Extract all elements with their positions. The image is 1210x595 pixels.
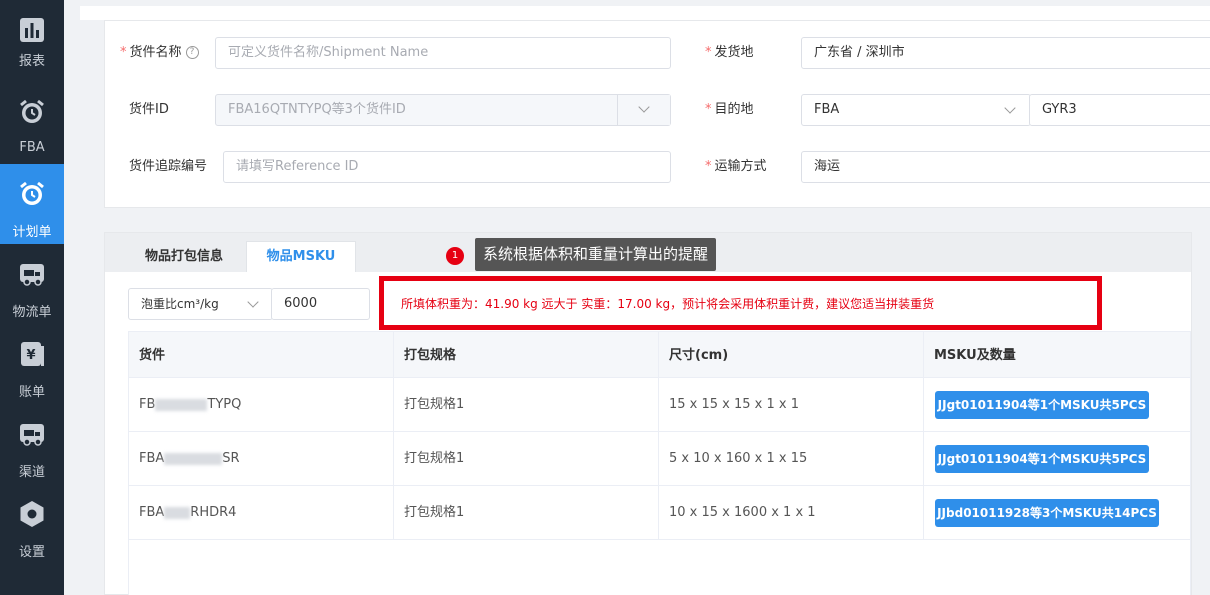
redacted-block [164, 452, 223, 465]
annotation-tooltip: 系统根据体积和重量计算出的提醒 [475, 238, 717, 271]
sidebar-item-plans[interactable]: 计划单 [0, 164, 64, 244]
size-cell: 10 x 15 x 1600 x 1 x 1 [669, 505, 816, 520]
svg-text:¥: ¥ [26, 348, 35, 363]
sidebar-item-bills[interactable]: ¥ 账单 [0, 324, 64, 404]
shipment-id-dropdown-toggle[interactable] [617, 95, 670, 125]
required-mark: * [705, 102, 712, 117]
truck-icon [20, 264, 44, 286]
required-mark: * [705, 159, 712, 174]
reference-id-label: 货件追踪编号 [129, 159, 208, 174]
table-row: FBA SR 打包规格1 5 x 10 x 160 x 1 x 15 JJgt01… [128, 432, 1191, 486]
column-header-msku: MSKU及数量 [934, 348, 1016, 363]
volume-divisor-input[interactable]: 6000 [271, 288, 370, 320]
transport-select[interactable]: 海运 [801, 151, 1210, 183]
table-row: FBA RHDR4 打包规格1 10 x 15 x 1600 x 1 x 1 JJ… [128, 486, 1191, 540]
reference-id-input[interactable]: 请填写Reference ID [223, 151, 671, 183]
alert-text: 所填体积重为：41.90 kg 远大于 实重：17.00 kg，预计将会采用体积… [401, 297, 935, 311]
shipment-id-value: FBA16QTNTYPQ等3个货件ID [228, 102, 406, 117]
shipment-id-suffix: SR [222, 451, 240, 466]
shipment-cell: FBA RHDR4 [129, 486, 394, 540]
shipment-cell: FB TYPQ [129, 378, 394, 432]
sidebar: 报表 FBA 计划单 物流单 ¥ 账单 渠道 设置 [0, 0, 64, 595]
sidebar-item-logistics[interactable]: 物流单 [0, 244, 64, 324]
table-header: 货件 打包规格 尺寸(cm) MSKU及数量 [128, 331, 1191, 378]
chevron-down-icon [638, 101, 650, 113]
shipment-id-label: 货件ID [129, 102, 169, 117]
volume-ratio-value: 泡重比cm³/kg [141, 297, 219, 311]
help-icon[interactable]: ? [185, 46, 199, 59]
chevron-down-icon [247, 296, 259, 308]
column-header-shipment: 货件 [139, 348, 166, 363]
column-header-spec: 打包规格 [404, 348, 457, 363]
shipment-cell: FBA SR [129, 432, 394, 486]
shipment-name-label-text: 货件名称 [129, 45, 182, 60]
sidebar-item-label: 设置 [18, 545, 45, 560]
ship-from-cascader[interactable]: 广东省 / 深圳市 [801, 37, 1210, 69]
sidebar-item-label: 计划单 [12, 225, 52, 240]
msku-button[interactable]: JJbd01011928等3个MSKU共14PCS [935, 499, 1159, 527]
truck-icon [20, 424, 44, 446]
column-divider [658, 331, 659, 540]
shipment-id-suffix: RHDR4 [190, 505, 237, 520]
redacted-block [155, 398, 208, 411]
yuan-bill-icon: ¥ [21, 342, 44, 366]
spec-cell: 打包规格1 [404, 397, 465, 412]
alarm-clock-icon [20, 181, 44, 205]
destination-label: * 目的地 [705, 94, 754, 126]
size-cell: 5 x 10 x 160 x 1 x 15 [669, 451, 808, 466]
ship-from-label: * 发货地 [705, 37, 754, 69]
sidebar-item-label: 物流单 [12, 305, 52, 320]
alarm-clock-icon [20, 99, 44, 123]
shipment-id-prefix: FBA [139, 451, 165, 466]
spec-cell: 打包规格1 [404, 451, 465, 466]
sidebar-item-label: 报表 [18, 54, 45, 69]
sidebar-item-settings[interactable]: 设置 [0, 484, 64, 564]
sidebar-item-channels[interactable]: 渠道 [0, 404, 64, 484]
destination-type-select[interactable]: FBA [801, 94, 1031, 126]
sidebar-item-fba[interactable]: FBA [0, 82, 64, 162]
chart-icon [20, 18, 44, 42]
msku-button[interactable]: JJgt01011904等1个MSKU共5PCS [935, 445, 1149, 473]
transport-label-text: 运输方式 [714, 159, 767, 174]
column-header-size: 尺寸(cm) [669, 348, 729, 363]
hexagon-settings-icon [20, 501, 44, 527]
column-divider [923, 331, 924, 540]
table-empty-area [128, 540, 1191, 595]
destination-code-select[interactable]: GYR3 [1029, 94, 1210, 126]
shipment-name-label: * 货件名称? [120, 37, 199, 69]
table-row: FB TYPQ 打包规格1 15 x 15 x 15 x 1 x 1 JJgt01… [128, 378, 1191, 432]
shipment-id-prefix: FB [139, 397, 156, 412]
destination-label-text: 目的地 [714, 102, 754, 117]
sidebar-item-label: FBA [19, 140, 45, 155]
chevron-down-icon [1004, 102, 1016, 114]
shipment-form-card: * 货件名称? 可定义货件名称/Shipment Name 货件ID FBA16Q… [104, 20, 1210, 208]
sidebar-item-label: 渠道 [18, 465, 45, 480]
annotation-badge: 1 [446, 247, 464, 265]
destination-type-value: FBA [814, 102, 840, 117]
tab-packing-info[interactable]: 物品打包信息 [129, 242, 239, 272]
ship-from-label-text: 发货地 [714, 45, 754, 60]
volume-ratio-select[interactable]: 泡重比cm³/kg [128, 288, 273, 320]
shipment-id-prefix: FBA [139, 505, 165, 520]
sidebar-item-label: 账单 [18, 385, 45, 400]
transport-label: * 运输方式 [705, 151, 767, 183]
sidebar-item-reports[interactable]: 报表 [0, 0, 64, 80]
spec-cell: 打包规格1 [404, 505, 465, 520]
shipment-name-input[interactable]: 可定义货件名称/Shipment Name [215, 37, 671, 69]
size-cell: 15 x 15 x 15 x 1 x 1 [669, 397, 799, 412]
redacted-block [164, 506, 191, 519]
required-mark: * [705, 45, 712, 60]
shipment-id-select[interactable]: FBA16QTNTYPQ等3个货件ID [215, 94, 671, 126]
msku-button[interactable]: JJgt01011904等1个MSKU共5PCS [935, 391, 1149, 419]
shipment-id-suffix: TYPQ [207, 397, 242, 412]
column-divider [393, 331, 394, 540]
required-mark: * [120, 45, 127, 60]
header-strip [80, 6, 1210, 20]
tab-msku[interactable]: 物品MSKU [246, 241, 356, 272]
